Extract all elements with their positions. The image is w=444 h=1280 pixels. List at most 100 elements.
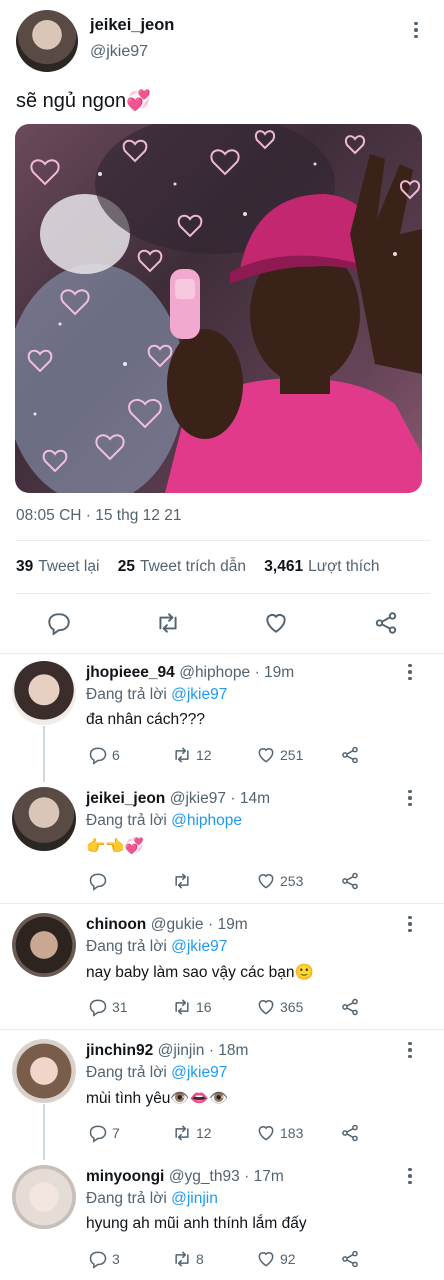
reply-text: nay baby làm sao vậy các bạn🙂 (86, 964, 314, 981)
reply-time[interactable]: · 17m (244, 1168, 284, 1185)
reply-handle[interactable]: @jinjin (158, 1042, 205, 1059)
retweet-action[interactable]: 12 (172, 1123, 212, 1143)
reply-handle[interactable]: @yg_th93 (169, 1168, 240, 1185)
like-icon (258, 1000, 274, 1015)
reply-icon (89, 999, 107, 1017)
reply-icon (89, 1251, 107, 1269)
like-action[interactable]: 253 (256, 871, 303, 891)
reply-handle[interactable]: @gukie (151, 916, 204, 933)
retweet-action[interactable]: 8 (172, 1249, 204, 1269)
reply-action[interactable]: 3 (88, 1249, 120, 1269)
retweet-action[interactable]: 16 (172, 997, 212, 1017)
replying-to-link[interactable]: @jinjin (171, 1190, 218, 1207)
replying-to: Đang trả lời @hiphope (86, 812, 243, 829)
reply-time[interactable]: · 14m (230, 790, 270, 807)
reply-icon (89, 1125, 107, 1143)
replying-to: Đang trả lời @jinjin (86, 1190, 218, 1207)
share-icon (342, 872, 358, 890)
reply-time[interactable]: · 18m (209, 1042, 249, 1059)
tweet-image-art (15, 124, 422, 493)
reply-action[interactable] (88, 871, 112, 891)
retweet-action[interactable]: 12 (172, 745, 212, 765)
replying-to: Đang trả lời @jkie97 (86, 686, 228, 703)
divider (16, 540, 430, 541)
share-action[interactable] (340, 1249, 360, 1269)
reply-icon (89, 747, 107, 765)
reply-icon (89, 873, 107, 891)
replying-to-link[interactable]: @jkie97 (171, 1064, 227, 1081)
reply-avatar[interactable] (12, 661, 76, 725)
reply-time[interactable]: · 19m (208, 916, 248, 933)
author-display-name[interactable]: jeikei_jeon (90, 16, 174, 35)
share-action[interactable] (340, 997, 360, 1017)
share-icon[interactable] (373, 610, 399, 636)
more-options-icon[interactable] (400, 1166, 420, 1186)
reply-text: mùi tình yêu👁️👄👁️ (86, 1090, 229, 1107)
reply-action[interactable]: 7 (88, 1123, 120, 1143)
more-options-icon[interactable] (400, 788, 420, 808)
more-options-icon[interactable] (406, 20, 426, 40)
reply-display-name[interactable]: jeikei_jeon (86, 790, 165, 807)
tweet-text: sẽ ngủ ngon💞 (16, 90, 151, 112)
reply-avatar[interactable] (12, 1165, 76, 1229)
tweet-image[interactable] (15, 124, 422, 493)
tweet-stats: 39 Tweet lại 25 Tweet trích dẫn 3,461 Lượt … (16, 558, 379, 576)
thread-line (43, 726, 45, 782)
reply-icon[interactable] (46, 610, 72, 636)
like-action[interactable]: 92 (256, 1249, 296, 1269)
reply-avatar[interactable] (12, 1039, 76, 1103)
retweet-action[interactable] (172, 871, 196, 891)
retweet-icon (175, 1125, 189, 1141)
quotes-stat[interactable]: 25 Tweet trích dẫn (118, 558, 246, 575)
divider (0, 653, 444, 654)
reply-text: 👉👈💞 (86, 838, 144, 855)
reply-display-name[interactable]: jinchin92 (86, 1042, 153, 1059)
more-options-icon[interactable] (400, 1040, 420, 1060)
replying-to: Đang trả lời @jkie97 (86, 938, 228, 955)
reply-action[interactable]: 31 (88, 997, 128, 1017)
reply-header: jhopieee_94 @hiphope · 19m (86, 664, 294, 682)
reply-text: hyung ah mũi anh thính lắm đấy (86, 1215, 307, 1232)
reply-time[interactable]: · 19m (255, 664, 295, 681)
like-action[interactable]: 365 (256, 997, 303, 1017)
replying-to-link[interactable]: @jkie97 (171, 686, 227, 703)
retweets-stat[interactable]: 39 Tweet lại (16, 558, 99, 575)
share-action[interactable] (340, 1123, 360, 1143)
reply-display-name[interactable]: jhopieee_94 (86, 664, 175, 681)
reply-handle[interactable]: @jkie97 (170, 790, 226, 807)
thread-line (43, 1104, 45, 1160)
more-options-icon[interactable] (400, 914, 420, 934)
reply-action[interactable]: 6 (88, 745, 120, 765)
author-handle[interactable]: @jkie97 (90, 43, 148, 61)
divider (0, 903, 444, 904)
reply-avatar[interactable] (12, 787, 76, 851)
replying-to-link[interactable]: @jkie97 (171, 938, 227, 955)
replying-to: Đang trả lời @jkie97 (86, 1064, 228, 1081)
share-icon (342, 998, 358, 1016)
share-action[interactable] (340, 745, 360, 765)
retweet-icon (175, 747, 189, 763)
retweet-icon (175, 999, 189, 1015)
share-action[interactable] (340, 871, 360, 891)
likes-stat[interactable]: 3,461 Lượt thích (264, 558, 379, 575)
replying-to-link[interactable]: @hiphope (171, 812, 242, 829)
like-action[interactable]: 251 (256, 745, 303, 765)
like-action[interactable]: 183 (256, 1123, 303, 1143)
more-options-icon[interactable] (400, 662, 420, 682)
reply-header: jinchin92 @jinjin · 18m (86, 1042, 248, 1060)
reply-avatar[interactable] (12, 913, 76, 977)
reply-handle[interactable]: @hiphope (179, 664, 250, 681)
like-icon (258, 874, 274, 889)
retweet-icon[interactable] (155, 610, 181, 636)
divider (0, 1029, 444, 1030)
divider (16, 593, 430, 594)
like-icon[interactable] (263, 610, 289, 636)
author-avatar[interactable] (16, 10, 78, 72)
retweet-icon (175, 1251, 189, 1267)
reply-text: đa nhân cách??? (86, 711, 205, 728)
reply-header: jeikei_jeon @jkie97 · 14m (86, 790, 270, 808)
tweet-timestamp[interactable]: 08:05 CH · 15 thg 12 21 (16, 507, 181, 525)
share-icon (342, 746, 358, 764)
reply-display-name[interactable]: minyoongi (86, 1168, 164, 1185)
reply-display-name[interactable]: chinoon (86, 916, 146, 933)
